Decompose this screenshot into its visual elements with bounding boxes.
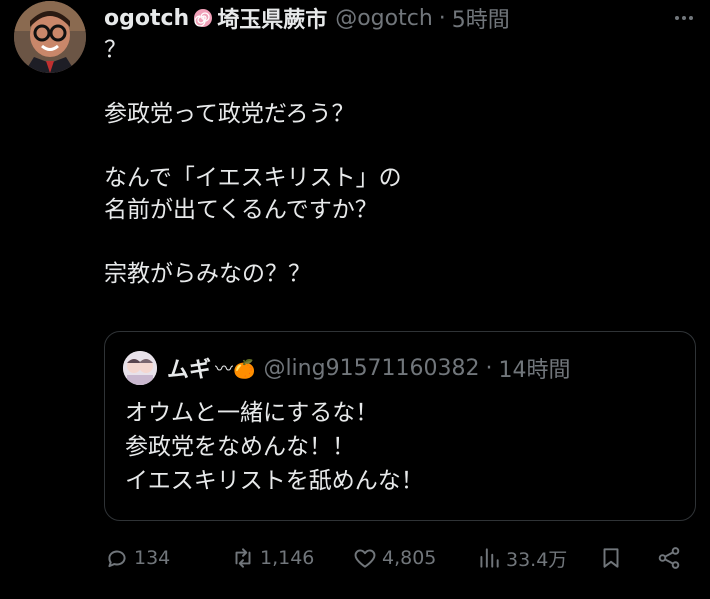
tweet-time[interactable]: 5時間	[452, 2, 510, 34]
author-avatar[interactable]	[14, 1, 86, 73]
heart-icon	[354, 549, 376, 568]
retweet-icon	[235, 548, 251, 568]
more-options-icon[interactable]	[672, 6, 696, 30]
reply-button[interactable]: 134	[104, 545, 230, 571]
retweet-button[interactable]: 1,146	[230, 545, 352, 571]
quoted-tweet-time: 14時間	[498, 358, 571, 383]
like-count: 4,805	[382, 547, 437, 569]
quoted-tweet-header: ムギ 〰🍊 @ling91571160382 · 14時間	[123, 350, 571, 386]
tweet-line: ？	[104, 37, 127, 63]
bookmark-button[interactable]	[598, 545, 656, 571]
tweet-text: ？ 参政党って政党だろう？ なんで「イエスキリスト」の 名前が出てくるんですか？…	[104, 34, 684, 290]
quoted-tweet[interactable]: ムギ 〰🍊 @ling91571160382 · 14時間 オウムと一緒にするな…	[104, 331, 696, 521]
quoted-author-emoji: 〰🍊	[215, 359, 256, 380]
author-name[interactable]: ogotch	[104, 6, 189, 31]
quoted-author-avatar	[123, 351, 157, 385]
like-button[interactable]: 4,805	[352, 545, 476, 571]
tweet-line: なんで「イエスキリスト」の	[104, 165, 402, 191]
retweet-count: 1,146	[260, 547, 315, 569]
separator-dot: ·	[485, 355, 493, 381]
reply-count: 134	[134, 547, 171, 569]
views-count: 33.4万	[506, 548, 568, 571]
share-button[interactable]	[656, 545, 686, 571]
quoted-line: 参政党をなめんな！！	[125, 434, 355, 460]
share-icon	[658, 547, 680, 569]
tweet-header: ogotch 埼玉県蕨市 @ogotch · 5時間	[104, 0, 670, 36]
bookmark-icon	[603, 548, 619, 568]
tweet-line: 宗教がらみなの？？	[104, 261, 311, 287]
views-chart-icon	[480, 548, 499, 568]
quoted-line: イエスキリストを舐めんな！	[125, 468, 424, 494]
reply-icon	[108, 550, 126, 568]
quoted-line: オウムと一緒にするな！	[125, 400, 379, 426]
author-location: 埼玉県蕨市	[217, 8, 328, 33]
author-handle[interactable]: @ogotch	[335, 6, 433, 31]
spiral-badge-icon	[193, 8, 213, 28]
quoted-author-handle[interactable]: @ling91571160382	[263, 356, 479, 381]
tweet-line: 参政党って政党だろう？	[104, 101, 355, 127]
separator-dot: ·	[438, 5, 446, 31]
views-button[interactable]: 33.4万	[476, 545, 598, 572]
tweet-line: 名前が出てくるんですか？	[104, 197, 378, 223]
quoted-tweet-text: オウムと一緒にするな！ 参政党をなめんな！！ イエスキリストを舐めんな！	[125, 396, 679, 498]
tweet-actions: 134 1,146 4,805 33.4万	[104, 538, 696, 578]
quoted-author-name[interactable]: ムギ	[167, 352, 211, 384]
